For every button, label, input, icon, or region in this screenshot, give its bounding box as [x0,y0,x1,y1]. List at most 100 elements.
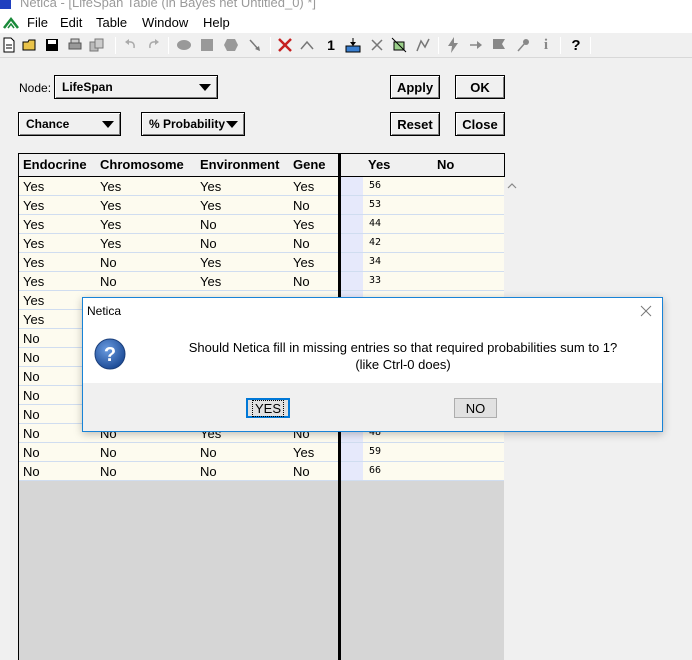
probability-yes-cell[interactable]: 44 [369,218,381,229]
probability-yes-cell[interactable]: 56 [369,180,381,191]
toolbar-separator [590,37,591,54]
table-header: Endocrine Chromosome Environment Gene [19,153,339,177]
apply-button[interactable]: Apply [390,75,440,99]
table-row: 66 [341,462,505,481]
table-row: Yes Yes No No [19,234,339,253]
table-cell: No [100,255,117,270]
help-icon[interactable]: ? [567,36,585,54]
table-row: Yes No Yes Yes [19,253,339,272]
yes-button[interactable]: YES [246,398,290,418]
dialog-footer: YES NO [83,383,662,431]
svg-text:?: ? [104,344,116,366]
probability-yes-cell[interactable]: 42 [369,237,381,248]
table-cell: Yes [200,179,222,194]
toolbar-separator [270,37,271,54]
hexagon-icon[interactable] [222,36,240,54]
print-icon[interactable] [66,36,84,54]
probability-yes-cell[interactable]: 34 [369,256,381,267]
table-cell: Yes [200,198,222,213]
lightning-icon[interactable] [444,36,462,54]
table-cell: Yes [23,293,45,308]
pin-icon[interactable] [514,36,532,54]
probability-yes-cell[interactable]: 33 [369,275,381,286]
menu-file[interactable]: File [27,15,48,30]
table-cell: No [293,464,310,479]
node-select[interactable]: LifeSpan [54,75,218,99]
menu-help[interactable]: Help [203,15,230,30]
table-row: 42 [341,234,505,253]
yes-column-highlight [341,215,363,233]
chevron-down-icon [226,120,238,128]
table-cell: Yes [23,198,45,213]
network-icon[interactable] [390,36,408,54]
table-cell: No [23,331,40,346]
probability-yes-cell[interactable]: 53 [369,199,381,210]
square-icon[interactable] [198,36,216,54]
flag-icon[interactable] [490,36,508,54]
close-icon[interactable] [639,304,653,318]
column-header-gene: Gene [293,157,326,172]
open-icon[interactable] [21,36,39,54]
new-icon[interactable] [0,36,18,54]
optimize-icon[interactable] [414,36,432,54]
table-cell: Yes [23,312,45,327]
table-cell: Yes [100,236,122,251]
menu-table[interactable]: Table [96,15,127,30]
table-cell: No [100,445,117,460]
yes-column-highlight [341,272,363,290]
toolbar-separator [115,37,116,54]
table-cell: Yes [293,179,315,194]
table-cell: Yes [23,179,45,194]
table-cell: No [293,274,310,289]
node-select-value: LifeSpan [62,80,113,94]
format-value: % Probability [149,117,226,131]
copy-icon[interactable] [88,36,106,54]
table-cell: No [23,426,40,441]
format-select[interactable]: % Probability [141,112,245,136]
column-header-yes: Yes [368,157,391,172]
table-cell: No [100,464,117,479]
yes-column-highlight [341,234,363,252]
compile-icon[interactable] [298,36,316,54]
ok-button[interactable]: OK [455,75,505,99]
redo-icon[interactable] [144,36,162,54]
number-one-icon[interactable]: 1 [322,36,340,54]
toolbar-separator [438,37,439,54]
tree-icon[interactable] [344,36,362,54]
dialog-title: Netica [87,304,122,318]
table-cell: No [23,388,40,403]
table-cell: Yes [100,217,122,232]
table-row: 33 [341,272,505,291]
arrow-icon[interactable] [246,36,264,54]
delete-icon[interactable] [276,36,294,54]
table-row: 53 [341,196,505,215]
table-row: Yes Yes No Yes [19,215,339,234]
oval-icon[interactable] [175,36,193,54]
right-arrow-icon[interactable] [467,36,485,54]
scroll-up-icon[interactable] [507,183,517,189]
column-header-no: No [437,157,455,172]
yes-column-highlight [341,462,363,480]
table-row: No No No No [19,462,339,481]
menu-window[interactable]: Window [142,15,188,30]
reset-button[interactable]: Reset [390,112,440,136]
info-icon[interactable]: i [537,36,555,54]
toolbar: 1 i ? [0,33,692,58]
window-title: Netica - [LifeSpan Table (in Bayes net U… [20,0,317,10]
menu-edit[interactable]: Edit [60,15,82,30]
column-header-chromosome: Chromosome [100,157,184,172]
column-header-environment: Environment [200,157,280,172]
table-row: Yes No Yes No [19,272,339,291]
table-row: 44 [341,215,505,234]
undo-icon[interactable] [122,36,140,54]
probability-yes-cell[interactable]: 66 [369,465,381,476]
no-button[interactable]: NO [454,398,497,418]
save-icon[interactable] [43,36,61,54]
move-icon[interactable] [368,36,386,54]
probability-yes-cell[interactable]: 59 [369,446,381,457]
node-type-select[interactable]: Chance [18,112,121,136]
close-button[interactable]: Close [455,112,505,136]
table-cell: Yes [293,445,315,460]
table-cell: No [23,350,40,365]
table-cell: No [200,464,217,479]
